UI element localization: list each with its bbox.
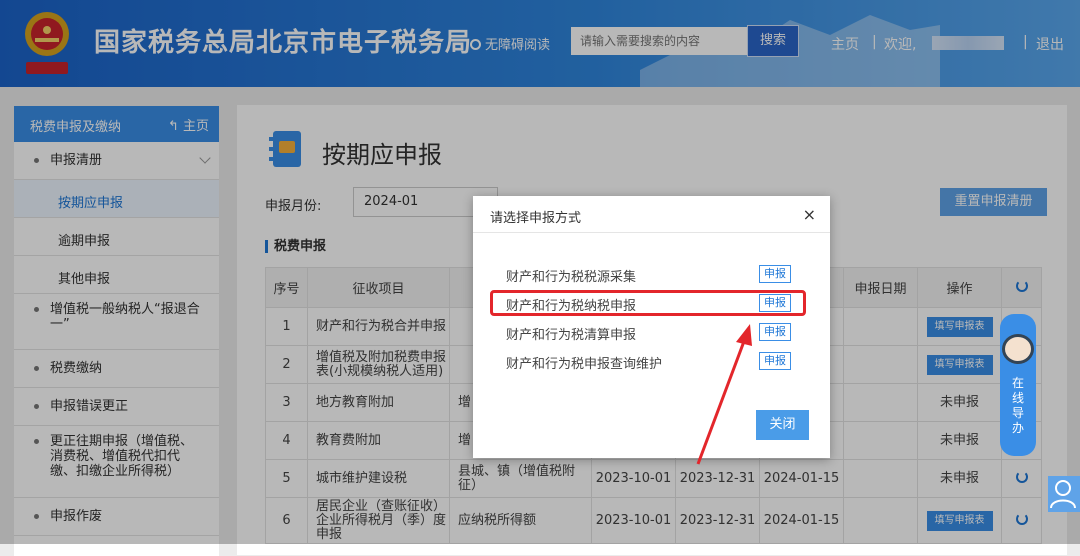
close-icon[interactable]: × <box>803 205 816 224</box>
declare-button[interactable]: 申报 <box>759 323 791 341</box>
declaration-method-dialog: 请选择申报方式 × 财产和行为税税源采集 申报 财产和行为税纳税申报 申报 财产… <box>473 196 830 458</box>
assistant-avatar-icon <box>1002 334 1034 364</box>
highlight-box <box>490 290 806 316</box>
option-label: 财产和行为税清算申报 <box>506 328 637 343</box>
user-icon <box>1050 480 1076 509</box>
annotation-arrow-icon <box>696 324 752 465</box>
option-label: 财产和行为税税源采集 <box>506 270 637 285</box>
online-guide-label: 在线导办 <box>1011 376 1024 435</box>
close-dialog-button[interactable]: 关闭 <box>756 410 809 440</box>
declare-button[interactable]: 申报 <box>759 265 791 283</box>
user-help-icon[interactable] <box>1048 476 1080 512</box>
option-label: 财产和行为税申报查询维护 <box>506 357 663 372</box>
online-guide-widget[interactable]: 在线导办 <box>1000 314 1036 456</box>
dialog-divider <box>473 232 830 233</box>
declare-button[interactable]: 申报 <box>759 352 791 370</box>
dialog-title: 请选择申报方式 <box>490 211 582 226</box>
